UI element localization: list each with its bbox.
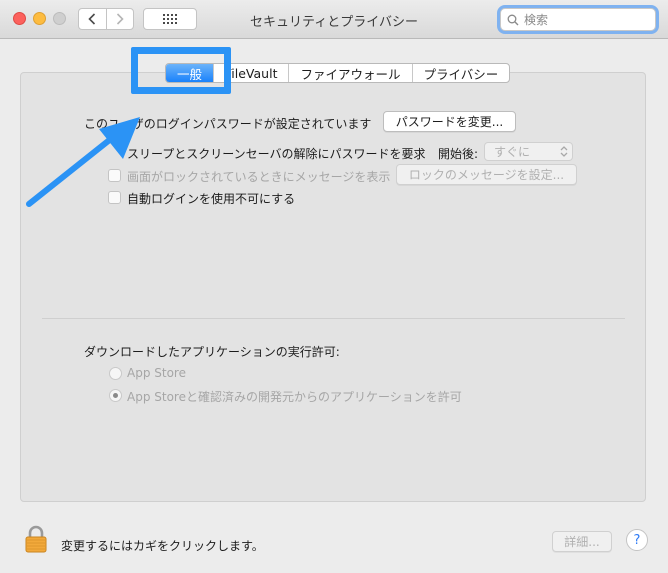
downloads-heading: ダウンロードしたアプリケーションの実行許可: [84,345,340,359]
annotation-highlight-box [131,47,231,94]
back-forward-group [78,8,134,30]
start-after-label: 開始後: [438,147,479,161]
start-after-select[interactable]: すぐに [484,142,573,161]
window-title: セキュリティとプライバシー [250,15,418,30]
title-bar: セキュリティとプライバシー 検索 [0,0,668,39]
search-icon [507,14,519,25]
set-lock-message-button[interactable]: ロックのメッセージを設定... [396,164,577,185]
radio-app-store[interactable] [109,367,122,380]
annotation-arrow-icon [26,117,140,207]
radio-app-store-identified[interactable] [109,389,122,402]
forward-button[interactable] [105,9,134,29]
tab-privacy[interactable]: プライバシー [411,64,510,82]
advanced-button[interactable]: 詳細... [552,531,612,552]
show-message-label: 画面がロックされているときにメッセージを表示 [127,170,391,184]
tab-firewall[interactable]: ファイアウォール [288,64,411,82]
start-after-value: すぐに [494,145,531,159]
zoom-window-button[interactable] [53,12,66,25]
section-divider [42,318,625,319]
disable-auto-login-label: 自動ログインを使用不可にする [127,192,296,206]
chevron-right-icon [116,13,124,25]
radio-app-store-identified-label: App Storeと確認済みの開発元からのアプリケーションを許可 [127,390,462,404]
close-window-button[interactable] [13,12,26,25]
up-down-arrows-icon [560,146,568,157]
lock-text: 変更するにはカギをクリックします。 [61,539,264,553]
help-button[interactable]: ? [626,529,648,551]
back-button[interactable] [79,9,106,29]
search-input[interactable]: 検索 [500,8,656,31]
chevron-left-icon [88,13,96,25]
grid-icon [163,14,177,24]
radio-app-store-label: App Store [127,366,186,380]
change-password-button[interactable]: パスワードを変更... [383,111,516,132]
search-placeholder: 検索 [524,13,549,27]
show-all-button[interactable] [143,8,197,30]
lock-icon[interactable] [24,525,48,553]
require-password-label: スリープとスクリーンセーバの解除にパスワードを要求 [127,147,426,161]
minimize-window-button[interactable] [33,12,46,25]
